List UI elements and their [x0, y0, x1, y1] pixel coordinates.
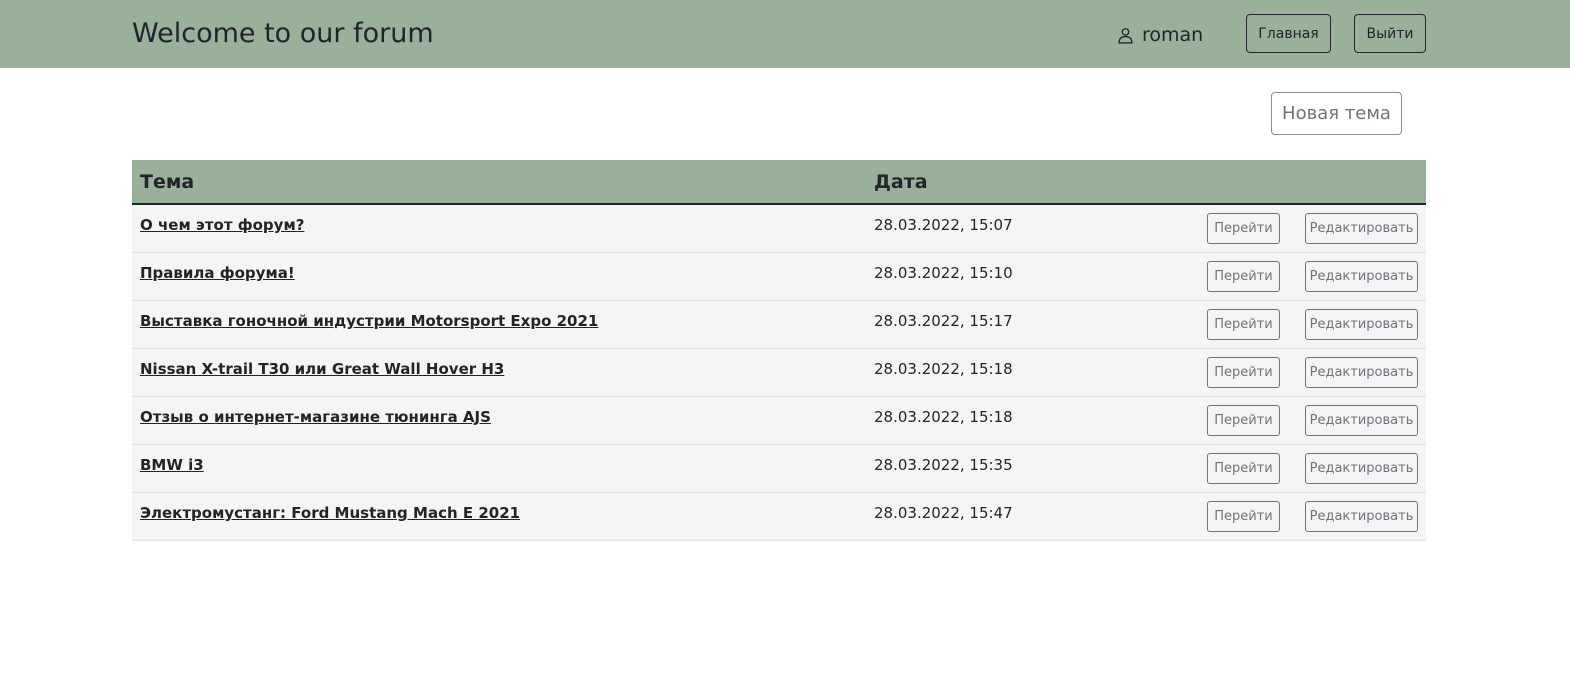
topic-date: 28.03.2022, 15:18: [874, 360, 1013, 378]
edit-topic-button[interactable]: Редактировать: [1305, 213, 1418, 244]
topic-link[interactable]: О чем этот форум?: [140, 216, 304, 234]
site-title: Welcome to our forum: [132, 18, 434, 49]
home-button[interactable]: Главная: [1246, 14, 1331, 53]
topic-link[interactable]: Правила форума!: [140, 264, 295, 282]
new-topic-button[interactable]: Новая тема: [1271, 92, 1402, 135]
topic-link[interactable]: BMW i3: [140, 456, 204, 474]
topic-link[interactable]: Электромустанг: Ford Mustang Mach E 2021: [140, 504, 520, 522]
table-row: Отзыв о интернет-магазине тюнинга AJS 28.…: [132, 397, 1426, 445]
go-to-topic-button[interactable]: Перейти: [1207, 405, 1280, 436]
topic-link[interactable]: Выставка гоночной индустрии Motorsport E…: [140, 312, 598, 330]
topics-table: Тема Дата О чем этот форум? 28.03.2022, 1…: [132, 160, 1426, 541]
topic-date: 28.03.2022, 15:07: [874, 216, 1013, 234]
table-row: BMW i3 28.03.2022, 15:35 Перейти Редактиров…: [132, 445, 1426, 493]
topic-date: 28.03.2022, 15:17: [874, 312, 1013, 330]
topic-link[interactable]: Nissan X-trail T30 или Great Wall Hover …: [140, 360, 504, 378]
go-to-topic-button[interactable]: Перейти: [1207, 501, 1280, 532]
column-header-date: Дата: [874, 171, 928, 193]
go-to-topic-button[interactable]: Перейти: [1207, 453, 1280, 484]
username: roman: [1142, 24, 1204, 46]
go-to-topic-button[interactable]: Перейти: [1207, 213, 1280, 244]
topic-date: 28.03.2022, 15:18: [874, 408, 1013, 426]
column-header-topic: Тема: [140, 171, 195, 193]
table-row: О чем этот форум? 28.03.2022, 15:07 Перейт…: [132, 205, 1426, 253]
top-navbar: Welcome to our forum roman Главная Выйти: [0, 0, 1570, 68]
table-header: Тема Дата: [132, 160, 1426, 205]
go-to-topic-button[interactable]: Перейти: [1207, 261, 1280, 292]
current-user: roman: [1117, 22, 1203, 48]
person-icon: [1118, 27, 1133, 44]
table-row: Nissan X-trail T30 или Great Wall Hover …: [132, 349, 1426, 397]
topic-date: 28.03.2022, 15:10: [874, 264, 1013, 282]
edit-topic-button[interactable]: Редактировать: [1305, 453, 1418, 484]
edit-topic-button[interactable]: Редактировать: [1305, 261, 1418, 292]
logout-button[interactable]: Выйти: [1354, 14, 1426, 53]
table-row: Правила форума! 28.03.2022, 15:10 Перейти Р…: [132, 253, 1426, 301]
go-to-topic-button[interactable]: Перейти: [1207, 357, 1280, 388]
edit-topic-button[interactable]: Редактировать: [1305, 309, 1418, 340]
go-to-topic-button[interactable]: Перейти: [1207, 309, 1280, 340]
topic-date: 28.03.2022, 15:47: [874, 504, 1013, 522]
table-row: Электромустанг: Ford Mustang Mach E 2021…: [132, 493, 1426, 541]
edit-topic-button[interactable]: Редактировать: [1305, 357, 1418, 388]
edit-topic-button[interactable]: Редактировать: [1305, 405, 1418, 436]
topic-date: 28.03.2022, 15:35: [874, 456, 1013, 474]
table-body: О чем этот форум? 28.03.2022, 15:07 Перейт…: [132, 205, 1426, 541]
topic-link[interactable]: Отзыв о интернет-магазине тюнинга AJS: [140, 408, 491, 426]
table-row: Выставка гоночной индустрии Motorsport E…: [132, 301, 1426, 349]
edit-topic-button[interactable]: Редактировать: [1305, 501, 1418, 532]
